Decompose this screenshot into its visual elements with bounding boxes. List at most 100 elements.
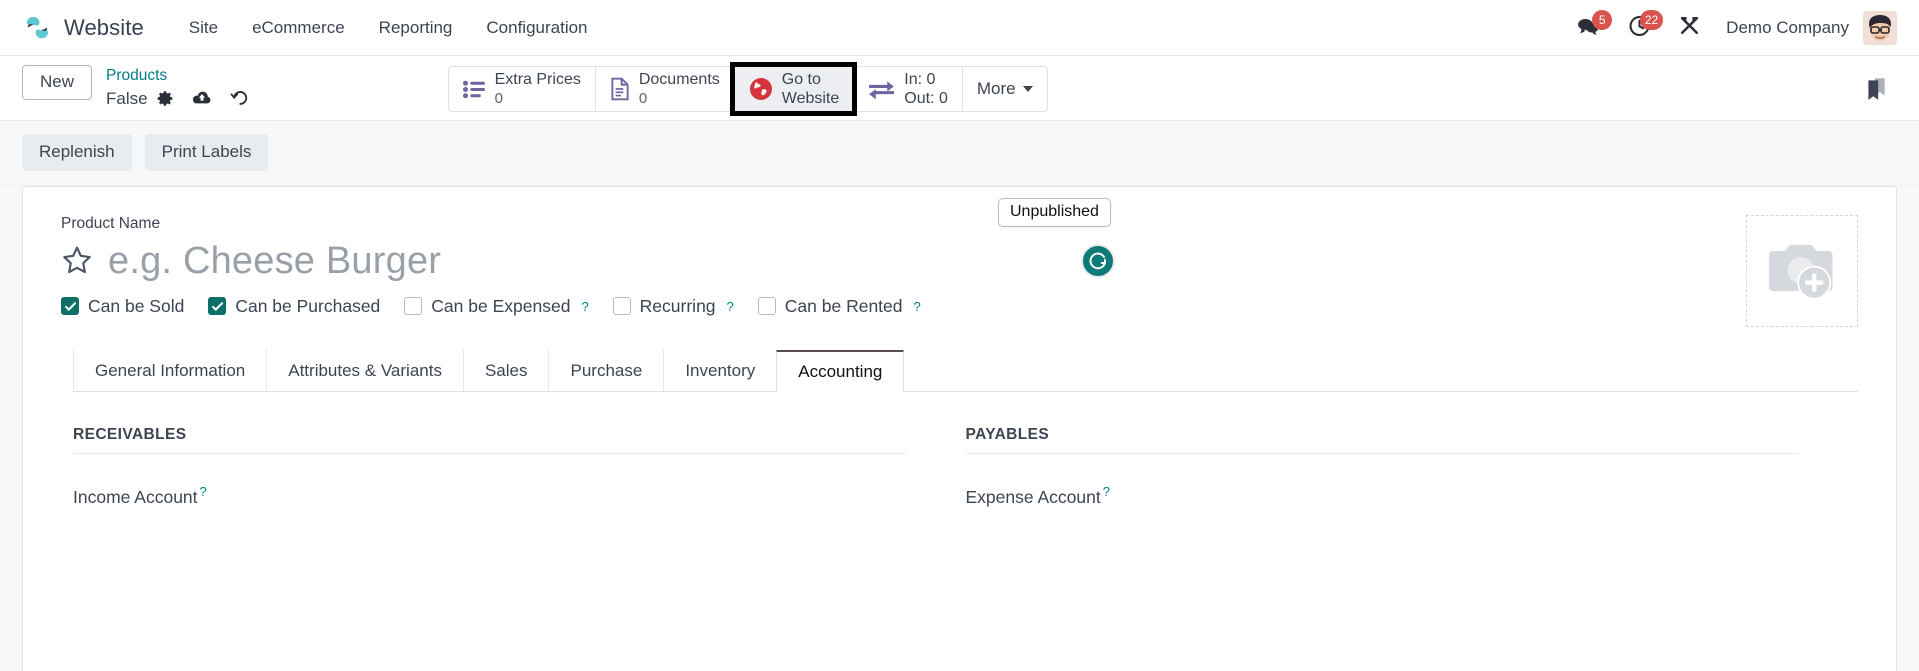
unpublished-tooltip: Unpublished: [998, 198, 1111, 227]
go-to-website-line1: Go to: [781, 70, 821, 88]
checkbox-can-be-rented[interactable]: [757, 297, 776, 316]
cloud-upload-icon[interactable]: [183, 90, 221, 107]
checkbox-recurring[interactable]: [612, 297, 631, 316]
breadcrumb: Products False: [106, 65, 258, 110]
undo-icon[interactable]: [221, 89, 258, 108]
tab-sales[interactable]: Sales: [462, 348, 550, 391]
stat-buttons: Extra Prices 0 Documents 0 Go to Website…: [447, 62, 1048, 116]
globe-icon: [749, 77, 773, 101]
stat-value-documents: 0: [638, 89, 648, 107]
checkbox-group-can-be-sold[interactable]: Can be Sold: [61, 296, 184, 317]
receivables-group: RECEIVABLES Income Account?: [73, 426, 966, 508]
odoo-logo-icon: [22, 12, 53, 43]
tab-inventory[interactable]: Inventory: [663, 348, 778, 391]
label-can-be-sold[interactable]: Can be Sold: [88, 296, 184, 317]
star-icon[interactable]: [61, 244, 93, 281]
stat-label-go-to-website: Go to Website: [782, 70, 840, 108]
control-panel-left: New Products False: [22, 65, 258, 110]
activities-badge: 22: [1639, 9, 1664, 30]
more-label: More: [976, 79, 1016, 98]
stat-value-extra-prices: 0: [494, 89, 503, 107]
help-icon-income-account[interactable]: ?: [200, 484, 207, 499]
developer-tools-button[interactable]: [1665, 8, 1716, 48]
out-count: Out: 0: [904, 90, 948, 107]
company-menu[interactable]: Demo Company: [1716, 18, 1863, 38]
income-account-label: Income Account: [73, 486, 198, 507]
new-button[interactable]: New: [22, 65, 93, 100]
checkbox-group-recurring[interactable]: Recurring ?: [612, 296, 734, 317]
nav-item-site[interactable]: Site: [172, 12, 235, 44]
stat-label-documents: Documents: [638, 70, 720, 88]
form-sheet: Product Name e.g. Cheese Burger Can be S…: [22, 185, 1897, 671]
breadcrumb-current-row: False: [106, 88, 258, 110]
payables-group: PAYABLES Expense Account?: [965, 426, 1859, 508]
help-icon-recurring[interactable]: ?: [727, 299, 734, 314]
stat-button-extra-prices[interactable]: Extra Prices 0: [447, 66, 595, 112]
activities-button[interactable]: 22: [1614, 8, 1665, 48]
list-icon: [462, 80, 486, 99]
income-account-row: Income Account?: [73, 454, 906, 508]
brand-name: Website: [64, 14, 144, 40]
checkbox-can-be-sold[interactable]: [61, 297, 79, 316]
grammarly-icon[interactable]: [1081, 244, 1116, 279]
help-icon-expense-account[interactable]: ?: [1103, 484, 1110, 499]
stat-text: Documents 0: [639, 71, 720, 108]
print-labels-button[interactable]: Print Labels: [144, 134, 269, 171]
nav-item-configuration[interactable]: Configuration: [469, 12, 604, 44]
payables-title: PAYABLES: [965, 426, 1798, 454]
accounting-tab-content: RECEIVABLES Income Account? PAYABLES Exp…: [61, 392, 1858, 508]
bookmark-button[interactable]: [1855, 65, 1897, 106]
label-can-be-expensed[interactable]: Can be Expensed: [431, 296, 570, 317]
expense-account-label: Expense Account: [965, 486, 1101, 507]
stat-button-in-out[interactable]: In: 0 Out: 0: [853, 66, 962, 112]
product-type-checkboxes: Can be Sold Can be Purchased Can be Expe…: [61, 296, 1726, 317]
product-name-row: e.g. Cheese Burger: [61, 239, 1726, 284]
checkbox-can-be-purchased[interactable]: [208, 297, 227, 316]
breadcrumb-products-link[interactable]: Products: [106, 66, 258, 87]
help-icon-can-be-rented[interactable]: ?: [914, 299, 921, 314]
bookmark-icon: [1863, 75, 1889, 106]
title-column: Product Name e.g. Cheese Burger Can be S…: [61, 215, 1726, 317]
stat-label-extra-prices: Extra Prices: [494, 70, 581, 88]
stat-button-documents[interactable]: Documents 0: [594, 66, 734, 112]
breadcrumb-current: False: [106, 88, 148, 108]
replenish-button[interactable]: Replenish: [22, 134, 132, 171]
navbar-right: 5 22 Demo Company: [1563, 8, 1897, 48]
document-icon: [610, 77, 630, 101]
tab-attributes-variants[interactable]: Attributes & Variants: [266, 348, 464, 391]
checkbox-can-be-expensed[interactable]: [404, 297, 423, 316]
messages-badge: 5: [1592, 9, 1613, 30]
top-navbar: Website Site eCommerce Reporting Configu…: [0, 0, 1919, 56]
label-recurring[interactable]: Recurring: [640, 296, 716, 317]
action-button-bar: Replenish Print Labels: [0, 121, 1919, 186]
help-icon-can-be-expensed[interactable]: ?: [581, 299, 588, 314]
checkbox-group-can-be-rented[interactable]: Can be Rented ?: [757, 296, 921, 317]
more-dropdown-button[interactable]: More: [961, 66, 1048, 112]
nav-item-reporting[interactable]: Reporting: [362, 12, 470, 44]
in-count: In: 0: [904, 70, 936, 88]
checkbox-group-can-be-expensed[interactable]: Can be Expensed ?: [404, 296, 589, 317]
stat-button-go-to-website[interactable]: Go to Website: [729, 62, 858, 116]
title-row: Product Name e.g. Cheese Burger Can be S…: [61, 214, 1858, 327]
product-name-label: Product Name: [61, 214, 161, 232]
tab-purchase[interactable]: Purchase: [548, 348, 665, 391]
label-can-be-purchased[interactable]: Can be Purchased: [235, 296, 380, 317]
gear-icon[interactable]: [148, 90, 183, 107]
avatar[interactable]: [1863, 10, 1897, 45]
tab-general-information[interactable]: General Information: [73, 348, 268, 391]
form-background: Product Name e.g. Cheese Burger Can be S…: [0, 185, 1919, 671]
expense-account-row: Expense Account?: [966, 454, 1799, 508]
product-name-input[interactable]: e.g. Cheese Burger: [108, 239, 1726, 284]
product-image-upload[interactable]: [1746, 214, 1858, 327]
tools-icon: [1678, 13, 1703, 43]
tab-accounting[interactable]: Accounting: [776, 349, 905, 392]
checkbox-group-can-be-purchased[interactable]: Can be Purchased: [208, 296, 380, 317]
brand[interactable]: Website: [22, 12, 144, 43]
product-name-placeholder: e.g. Cheese Burger: [108, 239, 442, 282]
stat-label-in-out: In: 0 Out: 0: [904, 70, 948, 108]
receivables-title: RECEIVABLES: [73, 426, 906, 454]
chevron-down-icon: [1022, 86, 1033, 92]
nav-item-ecommerce[interactable]: eCommerce: [235, 12, 362, 44]
label-can-be-rented[interactable]: Can be Rented: [785, 296, 903, 317]
messages-button[interactable]: 5: [1563, 8, 1614, 48]
